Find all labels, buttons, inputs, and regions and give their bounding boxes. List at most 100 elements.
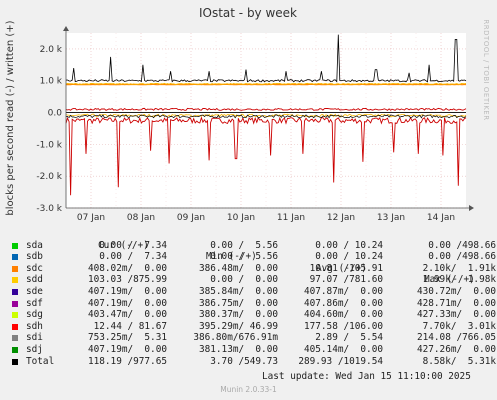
y-tick-label: 0.0 <box>48 109 63 119</box>
legend-cur: 118.19 /977.65 <box>87 355 167 367</box>
legend-min: 386.75m/ 0.00 <box>198 297 278 309</box>
legend-avg: 404.60m/ 0.00 <box>303 309 383 321</box>
legend-avg: 10.81 /105.91 <box>309 262 383 274</box>
legend-swatch <box>12 242 18 249</box>
legend-cur: 407.19m/ 0.00 <box>87 285 167 297</box>
legend-avg: 407.86m/ 0.00 <box>303 297 383 309</box>
legend-max: 214.08 /766.05 <box>416 332 496 344</box>
legend-row-sdj: sdj 407.19m/ 0.00 381.13m/ 0.00 405.14m/ 0.… <box>12 343 496 356</box>
legend-max: 0.00 /498.66 <box>428 239 496 251</box>
legend-name: sdg <box>26 309 43 321</box>
legend-avg: 177.58 /106.00 <box>303 320 383 332</box>
x-tick-label: 13 Jan <box>377 213 405 223</box>
legend-swatch <box>12 346 18 353</box>
legend-row-sdb: sdb 0.00 / 7.34 0.00 / 5.56 0.00 / 10.24 0.0… <box>12 251 496 263</box>
legend-max: 8.58k/ 5.31k <box>422 355 496 367</box>
legend-cur: 408.02m/ 0.00 <box>87 262 167 274</box>
legend-min: 395.29m/ 46.99 <box>198 320 278 332</box>
legend-name: Total <box>26 355 55 367</box>
legend-cur: 0.00 / 7.34 <box>99 239 167 251</box>
legend-swatch <box>12 277 18 284</box>
legend-max: 428.71m/ 0.00 <box>416 297 496 309</box>
y-tick-label: 2.0 k <box>40 45 63 55</box>
legend-name: sda <box>26 239 43 251</box>
chart-title: IOstat - by week <box>199 6 297 20</box>
legend-min: 385.84m/ 0.00 <box>198 285 278 297</box>
legend-avg: 2.89 / 5.54 <box>315 332 383 344</box>
legend-avg: 407.87m/ 0.00 <box>303 285 383 297</box>
legend-rows: sda 0.00 / 7.34 0.00 / 5.56 0.00 / 10.24 0.0… <box>12 239 496 368</box>
legend-name: sde <box>26 285 43 297</box>
legend-avg: 405.14m/ 0.00 <box>303 343 383 355</box>
legend-swatch <box>12 288 18 295</box>
y-tick-label: -3.0 k <box>36 204 62 214</box>
legend-swatch <box>12 323 18 330</box>
last-update-text: Last update: Wed Jan 15 11:10:00 2025 <box>262 371 471 382</box>
legend-cur: 753.25m/ 5.31 <box>87 332 167 344</box>
y-tick-label: -1.0 k <box>36 140 62 150</box>
legend-name: sdi <box>26 332 43 344</box>
legend-row-total: Total 118.19 /977.65 3.70 /549.73 289.93 /1… <box>12 355 496 368</box>
legend-cur: 103.03 /875.99 <box>87 274 167 286</box>
legend-min: 386.80m/676.91m <box>193 332 278 344</box>
iostat-chart: IOstat - by week blocks per second read … <box>0 0 497 230</box>
legend-min: 386.48m/ 0.00 <box>198 262 278 274</box>
legend-row-sde: sde 407.19m/ 0.00 385.84m/ 0.00 407.87m/ 0.… <box>12 285 496 298</box>
x-tick-label: 07 Jan <box>77 213 105 223</box>
legend-row-sdh: sdh 12.44 / 81.67 395.29m/ 46.99 177.58 /10… <box>12 320 496 333</box>
legend-max: 427.33m/ 0.00 <box>416 309 496 321</box>
legend-min: 0.00 / 0.00 <box>210 274 278 286</box>
x-tick-label: 12 Jan <box>327 213 355 223</box>
legend-max: 2.10k/ 1.91k <box>422 262 496 274</box>
legend-row-sda: sda 0.00 / 7.34 0.00 / 5.56 0.00 / 10.24 0.0… <box>12 239 496 252</box>
legend-avg: 0.00 / 10.24 <box>315 251 383 263</box>
legend-max: 7.70k/ 3.01k <box>422 320 496 332</box>
legend-cur: 407.19m/ 0.00 <box>87 343 167 355</box>
legend-cur: 0.00 / 7.34 <box>99 251 167 263</box>
legend-name: sdd <box>26 274 43 286</box>
legend-swatch <box>12 254 18 261</box>
legend-cur: 12.44 / 81.67 <box>93 320 167 332</box>
legend-row-sdg: sdg 403.47m/ 0.00 380.37m/ 0.00 404.60m/ 0.… <box>12 309 496 321</box>
y-tick-label: -2.0 k <box>36 172 62 182</box>
legend-max: 430.72m/ 0.00 <box>416 285 496 297</box>
legend-min: 3.70 /549.73 <box>210 355 278 367</box>
legend-name: sdf <box>26 297 43 309</box>
x-tick-label: 11 Jan <box>277 213 305 223</box>
x-tick-label: 14 Jan <box>427 213 455 223</box>
legend-min: 0.00 / 5.56 <box>210 239 278 251</box>
legend-min: 381.13m/ 0.00 <box>198 343 278 355</box>
legend-cur: 403.47m/ 0.00 <box>87 309 167 321</box>
legend-row-sdd: sdd 103.03 /875.99 0.00 / 0.00 97.07 /781.6… <box>12 274 496 286</box>
legend-swatch <box>12 312 18 319</box>
legend-name: sdb <box>26 251 43 263</box>
legend-cur: 407.19m/ 0.00 <box>87 297 167 309</box>
legend-avg: 0.00 / 10.24 <box>315 239 383 251</box>
legend-row-sdf: sdf 407.19m/ 0.00 386.75m/ 0.00 407.86m/ 0.… <box>12 297 496 310</box>
legend-name: sdc <box>26 262 43 274</box>
legend-row-sdc: sdc 408.02m/ 0.00 386.48m/ 0.00 10.81 /105.… <box>12 262 496 275</box>
legend-swatch <box>12 335 18 342</box>
legend-name: sdj <box>26 343 43 355</box>
legend-min: 380.37m/ 0.00 <box>198 309 278 321</box>
legend-avg: 289.93 /1019.54 <box>298 355 383 367</box>
munin-version: Munin 2.0.33-1 <box>220 385 277 394</box>
x-tick-label: 10 Jan <box>227 213 255 223</box>
legend-max: 0.00 /498.66 <box>428 251 496 263</box>
x-tick-label: 09 Jan <box>177 213 205 223</box>
legend-min: 0.00 / 5.56 <box>210 251 278 263</box>
legend-avg: 97.07 /781.60 <box>309 274 383 286</box>
legend-swatch <box>12 300 18 307</box>
y-axis-label: blocks per second read (-) / written (+) <box>5 20 16 215</box>
rrdtool-credit: RRDTOOL / TOBI OETIKER <box>482 19 490 120</box>
legend-header: Cur (-/+) Min (-/+) Avg (-/+) Max (-/+) <box>12 228 492 286</box>
legend-swatch <box>12 265 18 272</box>
legend-name: sdh <box>26 320 43 332</box>
legend-swatch <box>12 358 18 365</box>
legend-row-sdi: sdi 753.25m/ 5.31 386.80m/676.91m 2.89 / 5.… <box>12 332 496 344</box>
legend-table: Cur (-/+) Min (-/+) Avg (-/+) Max (-/+) … <box>12 228 496 368</box>
legend-max: 427.26m/ 0.00 <box>416 343 496 355</box>
y-tick-label: 1.0 k <box>40 77 63 87</box>
legend-max: 1.99k/ 1.98k <box>422 274 496 286</box>
x-tick-label: 08 Jan <box>127 213 155 223</box>
